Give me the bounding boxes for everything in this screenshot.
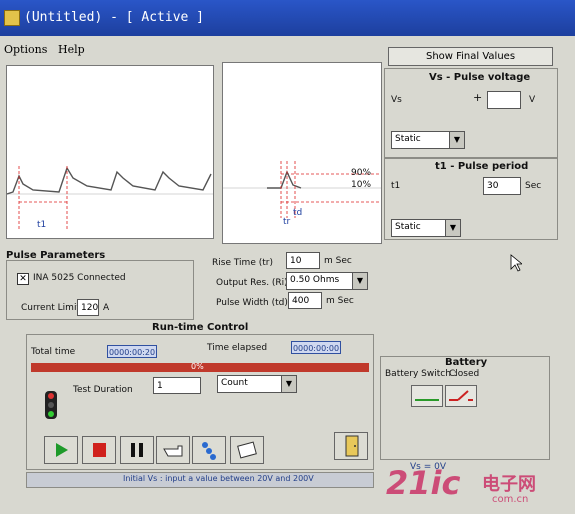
vs-panel: Vs - Pulse voltage Vs + V Static ▼: [384, 68, 558, 158]
ina-connected-checkbox[interactable]: ✕: [17, 273, 29, 285]
watermark-cn: 电子网: [482, 474, 536, 495]
vs-sign: +: [473, 91, 483, 104]
stop-icon: [93, 443, 106, 457]
battery-title: Battery: [445, 357, 488, 368]
show-final-values-button[interactable]: Show Final Values: [388, 47, 553, 66]
progress-text: 0%: [191, 362, 204, 371]
pulse-width-label: td: [293, 208, 303, 218]
app-window: (Untitled) - [ Active ] Options Help t1 …: [0, 0, 575, 514]
notes-button[interactable]: [230, 436, 264, 464]
ina-connected-label: INA 5025 Connected: [33, 273, 126, 283]
output-res-label: Output Res. (Ri): [216, 278, 288, 288]
pulse-train-svg: [7, 166, 213, 230]
chevron-down-icon: ▼: [449, 132, 464, 148]
test-duration-unit-select[interactable]: Count ▼: [217, 375, 297, 393]
watermark-21ic: 21ic: [386, 464, 461, 502]
app-icon: [4, 10, 20, 26]
t1-mode-value: Static: [395, 222, 421, 232]
vs-unit: V: [529, 95, 536, 105]
menu-options[interactable]: Options: [4, 43, 47, 56]
rise-time-field-label: Rise Time (tr): [212, 258, 273, 268]
vs-mode-value: Static: [395, 134, 421, 144]
battery-switch-state: Closed: [449, 369, 480, 379]
menu-help[interactable]: Help: [58, 43, 85, 56]
mouse-cursor-icon: [510, 254, 522, 272]
hand-icon: [163, 445, 183, 457]
status-message: Initial Vs : input a value between 20V a…: [123, 474, 314, 483]
pause-button[interactable]: [120, 436, 154, 464]
test-duration-label: Test Duration: [73, 385, 133, 395]
hand-button[interactable]: [156, 436, 190, 464]
status-bar: Initial Vs : input a value between 20V a…: [26, 472, 374, 488]
pulse-period-label: t1: [37, 220, 47, 230]
pulse-train-plot: t1: [6, 65, 214, 239]
watermark-logo: 21ic 电子网 com.cn: [386, 464, 566, 512]
level-10-label: 10%: [351, 180, 372, 190]
single-pulse-plot: 90% 10% tr td: [222, 62, 382, 244]
total-time-value: 0000:00:20: [107, 345, 157, 358]
t1-panel-title: t1 - Pulse period: [435, 161, 529, 172]
current-limit-label: Current Limit: [21, 303, 80, 313]
pulse-params-section: Pulse Parameters ✕ INA 5025 Connected Cu…: [4, 248, 376, 320]
chevron-down-icon: ▼: [281, 376, 296, 392]
t1-label: t1: [391, 181, 401, 191]
stop-button[interactable]: [82, 436, 116, 464]
output-res-select[interactable]: 0.50 Ohms ▼: [286, 272, 368, 290]
pulse-width-unit: m Sec: [326, 296, 354, 306]
switch-open-button[interactable]: [445, 385, 477, 407]
notepad-icon: [237, 441, 257, 459]
pulse-width-input[interactable]: 400: [288, 292, 322, 309]
vs-input[interactable]: [487, 91, 521, 109]
t1-panel: t1 - Pulse period t1 30 Sec Static ▼: [384, 158, 558, 240]
chevron-down-icon: ▼: [445, 220, 460, 236]
rise-time-unit: m Sec: [324, 256, 352, 266]
vs-panel-title: Vs - Pulse voltage: [429, 72, 531, 83]
test-duration-unit: Count: [221, 378, 248, 388]
t1-input[interactable]: 30: [483, 177, 521, 195]
play-icon: [56, 443, 68, 457]
rise-time-label: tr: [283, 217, 291, 227]
current-limit-unit: A: [103, 303, 110, 313]
pause-icon: [131, 443, 143, 457]
battery-switch-label: Battery Switch :: [385, 369, 457, 379]
window-title: (Untitled) - [ Active ]: [24, 10, 205, 25]
current-limit-input[interactable]: 120: [77, 299, 99, 316]
pulse-params-box: ✕ INA 5025 Connected Current Limit 120 A: [6, 260, 194, 320]
chevron-down-icon: ▼: [352, 273, 367, 289]
sequence-button[interactable]: [192, 436, 226, 464]
level-90-label: 90%: [351, 168, 372, 178]
switch-closed-button[interactable]: [411, 385, 443, 407]
traffic-light-icon: [45, 391, 57, 419]
pulse-width-field-label: Pulse Width (td): [216, 298, 288, 308]
t1-mode-select[interactable]: Static ▼: [391, 219, 461, 237]
vs-mode-select[interactable]: Static ▼: [391, 131, 465, 149]
switch-closed-icon: [415, 399, 439, 401]
output-res-value: 0.50 Ohms: [290, 275, 340, 285]
title-bar: (Untitled) - [ Active ]: [0, 0, 575, 36]
play-button[interactable]: [44, 436, 78, 464]
switch-open-icon: [449, 390, 473, 401]
battery-panel: Battery Battery Switch : Closed: [380, 356, 550, 460]
rise-time-input[interactable]: 10: [286, 252, 320, 269]
t1-unit: Sec: [525, 181, 542, 191]
watermark-url: com.cn: [492, 494, 529, 505]
exit-button[interactable]: [334, 432, 368, 460]
elapsed-label: Time elapsed: [207, 343, 268, 353]
dots-icon: [202, 442, 216, 460]
elapsed-value: 0000:00:00: [291, 341, 341, 354]
progress-bar: 0%: [31, 362, 369, 372]
door-icon: [345, 435, 359, 457]
test-duration-input[interactable]: 1: [153, 377, 201, 394]
total-time-label: Total time: [31, 347, 76, 357]
vs-label: Vs: [391, 95, 402, 105]
runtime-title: Run-time Control: [152, 322, 249, 333]
